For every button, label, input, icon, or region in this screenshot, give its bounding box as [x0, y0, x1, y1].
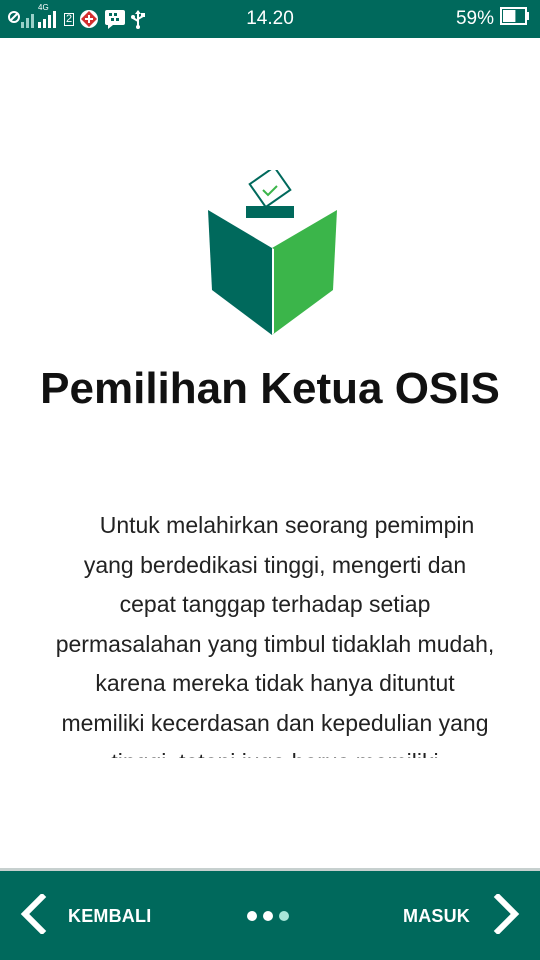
chevron-right-icon — [492, 892, 522, 939]
battery-icon — [500, 7, 530, 31]
status-bar: 4G 2 14.20 59% — [0, 0, 540, 38]
back-button[interactable]: KEMBALI — [18, 892, 152, 939]
page-dot-3 — [279, 911, 289, 921]
ballot-paper-icon — [248, 165, 292, 209]
bottom-navigation: KEMBALI MASUK — [0, 868, 540, 960]
description-scroll[interactable]: Untuk melahirkan seorang pemimpin yang b… — [55, 506, 495, 758]
page-indicator — [247, 911, 289, 921]
status-icons-right: 59% — [455, 7, 530, 31]
page-dot-1 — [247, 911, 257, 921]
onboarding-content: Pemilihan Ketua OSIS Untuk melahirkan se… — [0, 38, 540, 868]
page-title: Pemilihan Ketua OSIS — [40, 364, 500, 413]
battery-percent: 59% — [455, 8, 494, 29]
next-button[interactable]: MASUK — [403, 892, 522, 939]
chevron-left-icon — [18, 892, 48, 939]
next-button-label: MASUK — [403, 905, 470, 926]
ballot-box-logo — [200, 165, 345, 335]
back-button-label: KEMBALI — [68, 905, 152, 926]
page-dot-2 — [263, 911, 273, 921]
description-text: Untuk melahirkan seorang pemimpin yang b… — [55, 512, 495, 758]
